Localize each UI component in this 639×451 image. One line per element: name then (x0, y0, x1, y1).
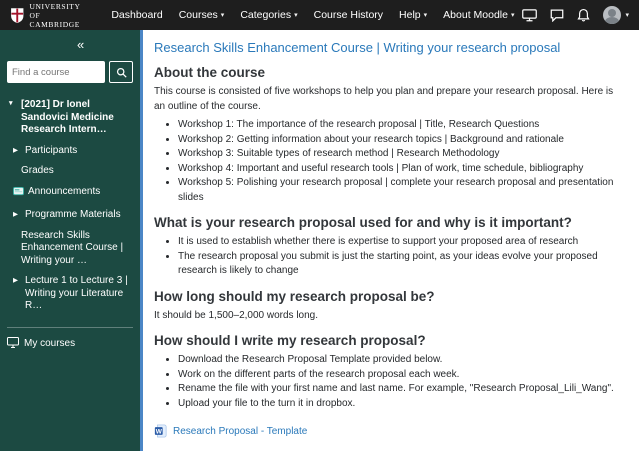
tree-label: Announcements (28, 186, 100, 199)
word-file-icon: W (154, 424, 167, 438)
tree-label: Lecture 1 to Lecture 3 | Writing your Li… (25, 275, 131, 313)
file-link-label: Research Proposal - Template (173, 426, 307, 437)
chevron-down-icon: ▾ (424, 11, 428, 19)
user-menu[interactable]: ▾ (603, 6, 629, 24)
notifications-bell-icon[interactable] (577, 8, 590, 22)
write-list: Download the Research Proposal Template … (154, 353, 625, 411)
course-search (7, 61, 133, 83)
write-heading: How should I write my research proposal? (154, 333, 625, 348)
cambridge-crest-icon (10, 7, 25, 24)
about-heading: About the course (154, 65, 625, 80)
course-search-input[interactable] (7, 61, 105, 83)
navbar-actions: ▾ (522, 6, 629, 24)
list-item: Workshop 1: The importance of the resear… (178, 118, 625, 133)
list-item: The research proposal you submit is just… (178, 250, 625, 279)
page-title: Research Skills Enhancement Course | Wri… (154, 40, 625, 55)
tree-label: My courses (24, 338, 75, 349)
chevron-right-icon: ▶ (13, 277, 21, 285)
user-avatar (603, 6, 621, 24)
workshop-list: Workshop 1: The importance of the resear… (154, 118, 625, 205)
tree-label: Participants (25, 145, 77, 158)
top-navbar: UNIVERSITY OF CAMBRIDGE Dashboard Course… (0, 0, 639, 30)
logo-line1: UNIVERSITY OF (30, 2, 92, 20)
purpose-heading: What is your research proposal used for … (154, 215, 625, 230)
announcements-forum-icon (13, 187, 24, 202)
caret-down-icon: ▾ (9, 100, 17, 109)
nav-course-history[interactable]: Course History (306, 0, 391, 30)
section-length: How long should my research proposal be?… (154, 289, 625, 324)
purpose-list: It is used to establish whether there is… (154, 235, 625, 279)
list-item: It is used to establish whether there is… (178, 235, 625, 250)
nav-label: Dashboard (111, 9, 162, 21)
list-item: Rename the file with your first name and… (178, 382, 625, 397)
logo-wordmark: UNIVERSITY OF CAMBRIDGE (30, 2, 92, 29)
main-content: Research Skills Enhancement Course | Wri… (140, 30, 639, 451)
file-link-research-proposal-template[interactable]: W Research Proposal - Template (154, 424, 625, 438)
nav-about-moodle[interactable]: About Moodle ▾ (435, 0, 522, 30)
sidebar-item-lectures[interactable]: ▶ Lecture 1 to Lecture 3 | Writing your … (7, 271, 133, 317)
nav-label: Categories (240, 9, 291, 21)
nav-label: Course History (314, 9, 383, 21)
main-nav: Dashboard Courses ▾ Categories ▾ Course … (103, 0, 522, 30)
course-tree: ▾ [2021] Dr Ionel Sandovici Medicine Res… (7, 95, 133, 317)
collapse-drawer-button[interactable]: « (73, 36, 88, 53)
logo-line2: CAMBRIDGE (30, 20, 92, 29)
cambridge-logo[interactable]: UNIVERSITY OF CAMBRIDGE (10, 2, 91, 29)
sidebar-item-programme-materials[interactable]: ▶ Programme Materials (7, 205, 133, 226)
chevron-down-icon: ▾ (221, 11, 225, 19)
tree-label: [2021] Dr Ionel Sandovici Medicine Resea… (21, 99, 131, 137)
sidebar-item-participants[interactable]: ▶ Participants (7, 141, 133, 162)
length-text: It should be 1,500–2,000 words long. (154, 309, 625, 324)
list-item: Work on the different parts of the resea… (178, 368, 625, 383)
section-about: About the course This course is consiste… (154, 65, 625, 205)
tree-label: Research Skills Enhancement Course | Wri… (21, 230, 131, 268)
length-heading: How long should my research proposal be? (154, 289, 625, 304)
sidebar-item-course-root[interactable]: ▾ [2021] Dr Ionel Sandovici Medicine Res… (7, 95, 133, 141)
about-intro: This course is consisted of five worksho… (154, 85, 625, 114)
chevron-down-icon: ▾ (625, 11, 629, 19)
nav-dashboard[interactable]: Dashboard (103, 0, 170, 30)
my-courses-icon (7, 337, 19, 351)
chevron-down-icon: ▾ (511, 11, 515, 19)
list-item: Workshop 4: Important and useful researc… (178, 162, 625, 177)
list-item: Workshop 5: Polishing your research prop… (178, 176, 625, 205)
sidebar-item-research-skills-course[interactable]: Research Skills Enhancement Course | Wri… (7, 226, 133, 272)
chevron-down-icon: ▾ (294, 11, 298, 19)
nav-help[interactable]: Help ▾ (391, 0, 435, 30)
chevron-right-icon: ▶ (13, 147, 21, 155)
nav-label: Help (399, 9, 421, 21)
sidebar-item-grades[interactable]: Grades (7, 161, 133, 182)
tree-label: Grades (21, 165, 54, 178)
section-purpose: What is your research proposal used for … (154, 215, 625, 279)
sidebar-divider (7, 327, 133, 328)
course-nav-drawer: « ▾ [2021] Dr Ionel Sandovici Medicine R… (0, 30, 140, 451)
list-item: Workshop 2: Getting information about yo… (178, 133, 625, 148)
list-item: Download the Research Proposal Template … (178, 353, 625, 368)
tree-label: Programme Materials (25, 209, 121, 222)
section-write: How should I write my research proposal?… (154, 333, 625, 411)
sidebar-item-my-courses[interactable]: My courses (7, 332, 133, 356)
list-item: Workshop 3: Suitable types of research m… (178, 147, 625, 162)
nav-categories[interactable]: Categories ▾ (232, 0, 305, 30)
chevron-right-icon: ▶ (13, 211, 21, 219)
course-search-button[interactable] (109, 61, 133, 83)
search-icon (116, 67, 127, 78)
list-item: Upload your file to the turn it in dropb… (178, 397, 625, 412)
display-icon[interactable] (522, 9, 537, 22)
file-resources: W Research Proposal - Template PDF Marki… (154, 424, 625, 451)
nav-courses[interactable]: Courses ▾ (171, 0, 233, 30)
page-layout: « ▾ [2021] Dr Ionel Sandovici Medicine R… (0, 30, 639, 451)
sidebar-item-announcements[interactable]: Announcements (7, 182, 133, 206)
messages-icon[interactable] (550, 9, 564, 22)
nav-label: Courses (179, 9, 218, 21)
nav-label: About Moodle (443, 9, 508, 21)
svg-text:W: W (156, 428, 163, 435)
